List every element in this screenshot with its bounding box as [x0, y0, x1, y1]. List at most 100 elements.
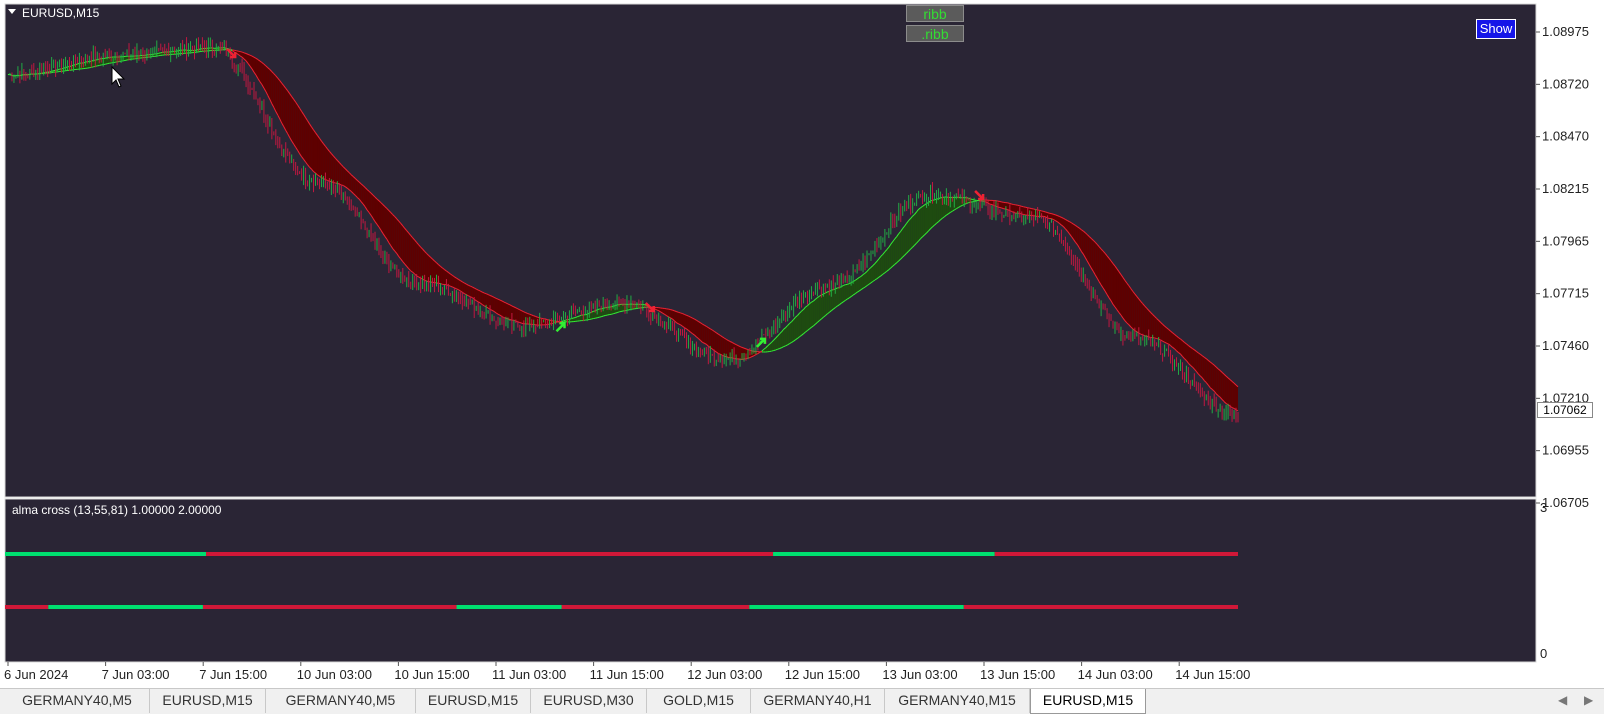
- bear-ribbon-segment: [367, 189, 370, 213]
- bear-ribbon-segment: [680, 312, 683, 327]
- bear-ribbon-segment: [1081, 229, 1084, 255]
- price-tick-label: 1.06705: [1542, 495, 1589, 510]
- bear-ribbon-segment: [464, 282, 467, 295]
- bear-ribbon-segment: [1091, 238, 1094, 272]
- main-chart-area[interactable]: [4, 3, 1537, 498]
- bear-ribbon-segment: [412, 237, 415, 275]
- chart-tab[interactable]: GERMANY40,M15: [885, 689, 1030, 713]
- price-tick-label: 1.06955: [1542, 443, 1589, 458]
- chart-tab[interactable]: GERMANY40,M5: [5, 689, 150, 713]
- bull-ribbon-segment: [803, 307, 806, 334]
- bear-ribbon-segment: [722, 336, 725, 357]
- bear-ribbon-segment: [355, 178, 358, 198]
- bull-ribbon-segment: [898, 231, 901, 261]
- chart-tab[interactable]: GOLD,M15: [647, 689, 751, 713]
- bear-ribbon-segment: [263, 64, 266, 92]
- bear-ribbon-segment: [371, 193, 374, 219]
- bull-ribbon-segment: [847, 283, 850, 300]
- bear-ribbon-segment: [410, 235, 413, 273]
- chart-canvas[interactable]: 1.08975 1.08720 1.08470 1.08215 1.07965 1.077…: [0, 0, 1604, 688]
- bear-ribbon-segment: [1095, 242, 1098, 279]
- bear-ribbon-segment: [317, 135, 320, 177]
- tab-scroll-left-icon[interactable]: ◀: [1558, 693, 1567, 707]
- bear-ribbon-segment: [297, 105, 300, 154]
- bear-ribbon-segment: [309, 123, 312, 170]
- chart-tab[interactable]: GERMANY40,M5: [266, 689, 416, 713]
- bull-ribbon-segment: [817, 296, 820, 323]
- time-tick-label: 7 Jun 15:00: [199, 667, 267, 682]
- bear-ribbon-segment: [1172, 332, 1175, 349]
- chart-tab[interactable]: EURUSD,M15: [1030, 689, 1146, 714]
- show-button[interactable]: Show: [1476, 19, 1516, 39]
- bear-ribbon-segment: [442, 268, 445, 285]
- slow-ma-line: [771, 349, 774, 352]
- bull-ribbon-segment: [872, 263, 875, 282]
- bear-ribbon-segment: [1023, 206, 1026, 215]
- bear-ribbon-segment: [501, 300, 504, 318]
- time-tick-label: 6 Jun 2024: [4, 667, 68, 682]
- bear-ribbon-segment: [382, 204, 385, 237]
- bull-ribbon-segment: [888, 244, 891, 270]
- bull-ribbon-segment: [823, 293, 826, 318]
- ribb-alt-button[interactable]: .ribb: [906, 25, 964, 42]
- bear-ribbon-segment: [357, 180, 360, 200]
- bear-ribbon-segment: [454, 276, 457, 289]
- bear-ribbon-segment: [698, 321, 701, 341]
- indicator-subwindow[interactable]: [4, 498, 1537, 663]
- bear-ribbon-segment: [688, 316, 691, 333]
- bull-ribbon-segment: [783, 327, 786, 347]
- price-tick-label: 1.08975: [1542, 24, 1589, 39]
- fast-ma-line: [1043, 215, 1046, 218]
- bear-ribbon-segment: [420, 247, 423, 280]
- slow-ma-line: [672, 309, 675, 312]
- chart-tab[interactable]: EURUSD,M15: [416, 689, 531, 713]
- price-tick-label: 1.08470: [1542, 129, 1589, 144]
- bear-ribbon-segment: [500, 300, 502, 317]
- bear-ribbon-segment: [484, 292, 487, 307]
- bear-ribbon-segment: [1226, 376, 1229, 405]
- chart-tab[interactable]: EURUSD,M30: [531, 689, 647, 713]
- bear-ribbon-segment: [706, 326, 709, 347]
- symbol-title: EURUSD,M15: [22, 6, 100, 20]
- slow-ma-line: [1043, 210, 1046, 213]
- bull-ribbon-segment: [821, 294, 824, 319]
- bear-ribbon-segment: [321, 141, 324, 179]
- bear-ribbon-segment: [1113, 263, 1115, 308]
- bear-ribbon-segment: [710, 328, 713, 349]
- bear-ribbon-segment: [315, 132, 318, 175]
- chart-tab[interactable]: GERMANY40,H1: [751, 689, 885, 713]
- bull-ribbon-segment: [819, 295, 822, 321]
- bear-ribbon-segment: [690, 317, 693, 334]
- chart-tab[interactable]: EURUSD,M15: [150, 689, 266, 713]
- bull-ribbon-segment: [799, 311, 802, 337]
- bear-ribbon-segment: [301, 111, 304, 160]
- ribb-button[interactable]: ribb: [906, 5, 964, 22]
- bull-ribbon-segment: [859, 276, 862, 292]
- bear-ribbon-segment: [1228, 377, 1231, 407]
- time-tick-label: 13 Jun 15:00: [980, 667, 1055, 682]
- bull-ribbon-segment: [837, 287, 840, 307]
- bear-ribbon-segment: [293, 99, 296, 148]
- tab-scroll-right-icon[interactable]: ▶: [1584, 693, 1593, 707]
- bear-ribbon-segment: [682, 313, 685, 328]
- bear-ribbon-segment: [1109, 258, 1112, 301]
- bear-ribbon-segment: [692, 318, 695, 336]
- bull-ribbon-segment: [938, 197, 941, 222]
- price-tick-label: 1.07715: [1542, 286, 1589, 301]
- bear-ribbon-segment: [1115, 266, 1117, 310]
- bear-ribbon-segment: [345, 168, 348, 189]
- bear-ribbon-segment: [1234, 383, 1237, 410]
- bear-ribbon-segment: [339, 162, 342, 185]
- bull-ribbon-segment: [865, 271, 868, 288]
- bear-ribbon-segment: [1150, 312, 1153, 338]
- time-tick-label: 10 Jun 15:00: [394, 667, 469, 682]
- bear-ribbon-segment: [1160, 322, 1163, 342]
- fast-ma-line: [573, 316, 576, 319]
- bear-ribbon-segment: [1107, 255, 1110, 298]
- slow-ma-line: [527, 313, 530, 315]
- bear-ribbon-segment: [1105, 253, 1108, 295]
- bull-ribbon-segment: [908, 218, 911, 252]
- slow-ma-line: [1053, 213, 1056, 216]
- bear-ribbon-segment: [343, 166, 346, 187]
- bear-ribbon-segment: [416, 242, 419, 277]
